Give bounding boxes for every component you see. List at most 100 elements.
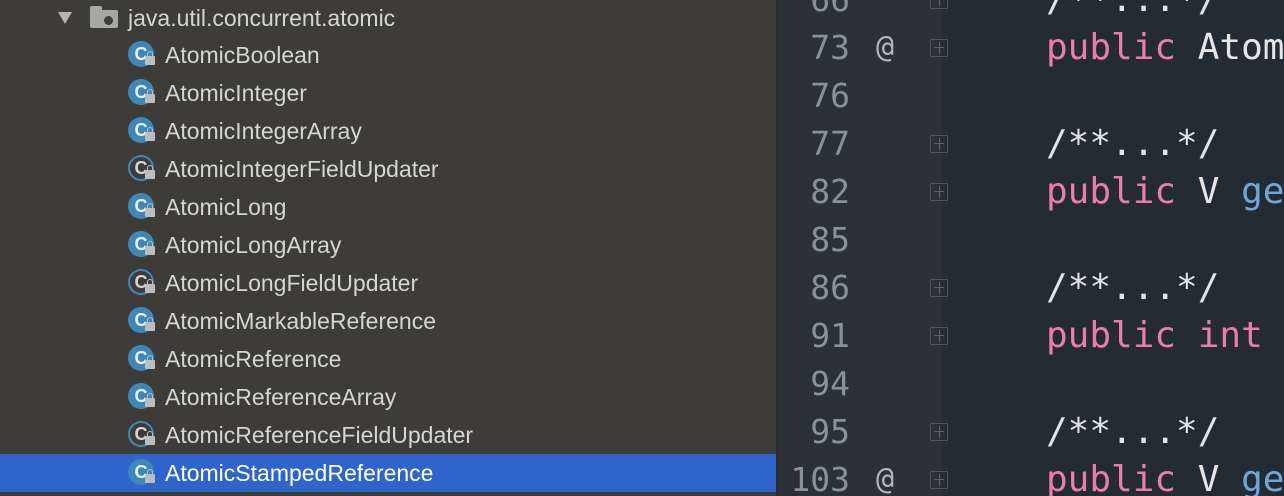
fold-expand-icon[interactable] — [930, 39, 948, 57]
code-editor[interactable]: 6673@7677828586919495103@ /**...*/public… — [778, 0, 1284, 496]
code-line[interactable]: /**...*/ — [1046, 408, 1219, 456]
expand-arrow-icon[interactable] — [58, 12, 72, 24]
class-lock-icon: C — [128, 345, 156, 373]
fold-expand-icon[interactable] — [930, 327, 948, 345]
code-token: ge — [1241, 171, 1284, 212]
code-token: /**...*/ — [1046, 267, 1220, 308]
line-number: 82 — [810, 172, 850, 211]
lock-icon — [145, 355, 155, 369]
line-number: 77 — [810, 124, 850, 163]
tree-class-label: AtomicIntegerArray — [165, 118, 362, 144]
line-number: 66 — [778, 0, 850, 24]
abstract-class-lock-icon: C — [128, 421, 156, 449]
abstract-class-lock-icon: C — [128, 155, 156, 183]
lock-icon — [145, 469, 155, 483]
fold-expand-icon[interactable] — [930, 471, 948, 489]
code-token: /**...*/ — [1046, 0, 1219, 20]
fold-expand-icon[interactable] — [930, 279, 948, 297]
tree-class-row[interactable]: C AtomicInteger — [0, 74, 778, 112]
code-line[interactable]: public V ge — [1046, 168, 1284, 216]
tree-class-label: AtomicReferenceArray — [165, 384, 397, 410]
code-line[interactable]: /**...*/ — [1046, 120, 1219, 168]
lock-icon — [145, 279, 155, 293]
class-lock-icon: C — [128, 231, 156, 259]
abstract-class-lock-icon: C — [128, 269, 156, 297]
tree-class-row[interactable]: C AtomicReferenceFieldUpdater — [0, 416, 778, 454]
lock-icon — [145, 317, 155, 331]
line-number: 103 — [790, 460, 850, 496]
class-lock-icon: C — [128, 193, 156, 221]
code-token: /**...*/ — [1046, 411, 1220, 452]
code-line[interactable]: public Atom — [1046, 24, 1284, 72]
tree-class-label: AtomicIntegerFieldUpdater — [165, 156, 439, 182]
tree-class-label: AtomicMarkableReference — [165, 308, 437, 334]
code-line[interactable]: public V ge — [1046, 456, 1284, 496]
class-lock-icon: C — [128, 41, 156, 69]
code-token: public — [1046, 315, 1177, 356]
line-number: 85 — [810, 220, 850, 259]
code-token: V — [1197, 171, 1220, 212]
tree-class-label: AtomicInteger — [165, 80, 307, 106]
package-label: java.util.concurrent.atomic — [128, 5, 396, 31]
tree-class-label: AtomicLongFieldUpdater — [165, 270, 419, 296]
tree-class-label: AtomicLong — [165, 194, 287, 220]
tree-class-row[interactable]: C AtomicMarkableReference — [0, 302, 778, 340]
class-lock-icon: C — [128, 307, 156, 335]
fold-expand-icon[interactable] — [930, 423, 948, 441]
lock-icon — [145, 431, 155, 445]
tree-package-row[interactable]: java.util.concurrent.atomic — [0, 0, 778, 37]
code-token: /**...*/ — [1046, 123, 1220, 164]
tree-class-label: AtomicReference — [165, 346, 342, 372]
fold-expand-icon[interactable] — [930, 0, 948, 9]
code-line[interactable]: public int — [1046, 312, 1263, 360]
lock-icon — [145, 89, 155, 103]
lock-icon — [145, 51, 155, 65]
class-lock-icon: C — [128, 383, 156, 411]
fold-expand-icon[interactable] — [930, 135, 948, 153]
tree-class-label: AtomicReferenceFieldUpdater — [165, 422, 474, 448]
code-token: V — [1197, 459, 1220, 496]
line-number: 91 — [810, 316, 850, 355]
fold-expand-icon[interactable] — [930, 183, 948, 201]
project-tree-panel: java.util.concurrent.atomic C AtomicBoole… — [0, 0, 778, 496]
lock-icon — [145, 127, 155, 141]
tree-class-row[interactable]: C AtomicLongFieldUpdater — [0, 264, 778, 302]
editor-gutter: 66 73 @76 77 82 85 86 91 94 95 103 @ — [778, 0, 948, 496]
lock-icon — [145, 203, 155, 217]
tree-class-row[interactable]: C AtomicIntegerArray — [0, 112, 778, 150]
tree-class-row[interactable]: C AtomicIntegerFieldUpdater — [0, 150, 778, 188]
lock-icon — [145, 393, 155, 407]
class-lock-icon: C — [128, 79, 156, 107]
line-number: 95 — [810, 412, 850, 451]
tree-class-row[interactable]: C AtomicReference — [0, 340, 778, 378]
code-token: int — [1197, 315, 1263, 356]
line-number: 94 — [810, 364, 850, 403]
line-number: 86 — [810, 268, 850, 307]
line-number: 76 — [810, 76, 850, 115]
class-lock-icon: C — [128, 459, 156, 487]
override-marker-icon[interactable]: @ — [876, 24, 906, 72]
tree-class-row[interactable]: C AtomicLong — [0, 188, 778, 226]
lock-icon — [145, 241, 155, 255]
code-token: public — [1046, 27, 1177, 68]
tree-class-row[interactable]: C AtomicLongArray — [0, 226, 778, 264]
code-token: public — [1046, 459, 1177, 496]
tree-class-row[interactable]: C AtomicBoolean — [0, 36, 778, 74]
class-lock-icon: C — [128, 117, 156, 145]
lock-icon — [145, 165, 155, 179]
code-line[interactable]: /**...*/ — [1046, 0, 1219, 24]
tree-class-row[interactable]: C AtomicStampedReference — [0, 454, 778, 492]
package-folder-icon — [90, 6, 118, 28]
line-number: 73 — [810, 28, 850, 67]
code-token: ge — [1241, 459, 1284, 496]
code-token: public — [1046, 171, 1177, 212]
override-marker-icon[interactable]: @ — [876, 456, 906, 496]
tree-class-row[interactable]: C AtomicReferenceArray — [0, 378, 778, 416]
code-line[interactable]: /**...*/ — [1046, 264, 1219, 312]
